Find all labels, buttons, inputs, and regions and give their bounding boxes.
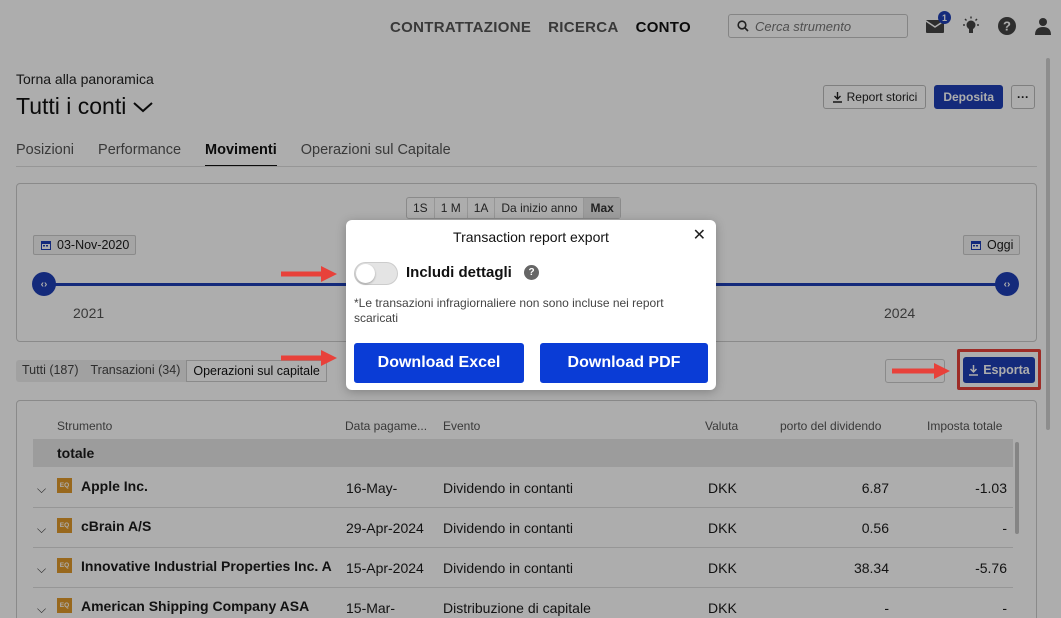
export-modal: Transaction report export ✕ Includi dett… [346, 220, 716, 390]
export-note: *Le transazioni infragiornaliere non son… [354, 296, 664, 325]
download-excel-button[interactable]: Download Excel [354, 343, 524, 383]
help-icon[interactable]: ? [524, 265, 539, 280]
modal-title: Transaction report export [453, 229, 609, 245]
include-details-toggle[interactable] [354, 262, 398, 285]
arrow-icon [281, 350, 337, 366]
download-pdf-button[interactable]: Download PDF [540, 343, 708, 383]
toggle-knob [356, 264, 375, 283]
arrow-icon [281, 266, 337, 282]
close-icon[interactable]: ✕ [693, 228, 706, 244]
arrow-icon [892, 363, 950, 379]
include-details-label: Includi dettagli [406, 264, 512, 281]
